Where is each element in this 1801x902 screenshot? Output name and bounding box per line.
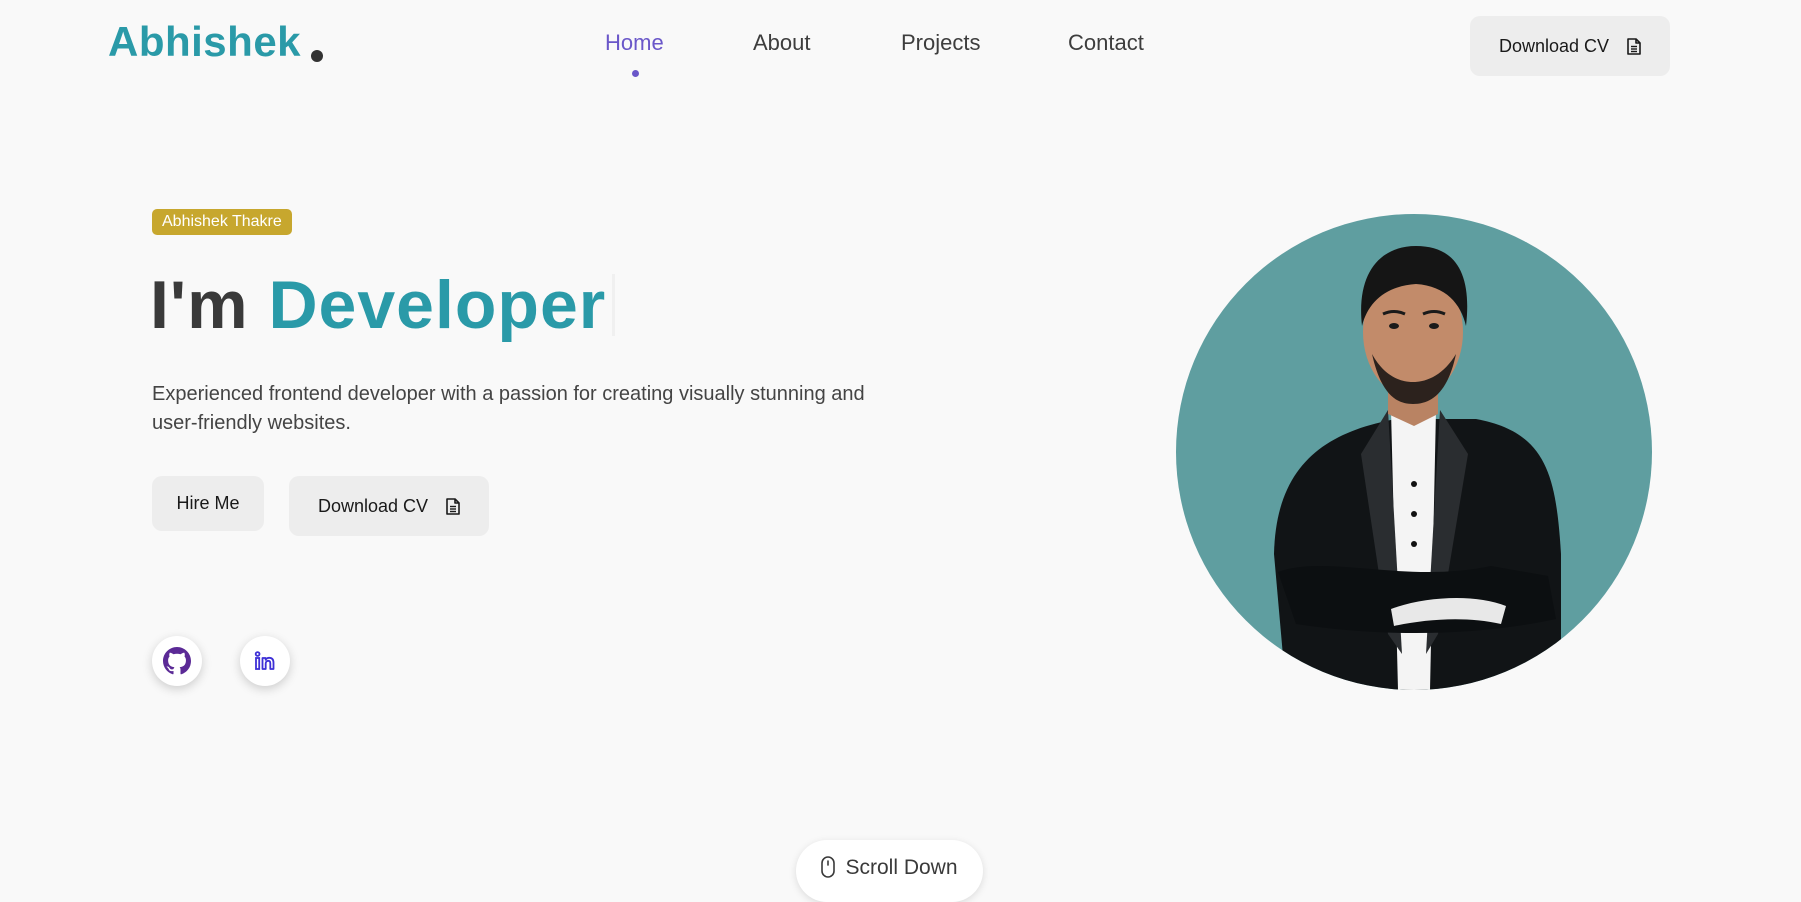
scroll-down-label: Scroll Down	[845, 856, 958, 879]
mouse-icon	[821, 856, 836, 878]
scroll-down-button[interactable]: Scroll Down	[796, 840, 983, 902]
hero-download-cv-button[interactable]: Download CV	[289, 476, 489, 536]
hire-me-label: Hire Me	[176, 493, 240, 513]
download-cv-label: Download CV	[1498, 35, 1610, 56]
nav-active-indicator	[632, 70, 639, 77]
headline-prefix: I'm	[150, 267, 249, 343]
hero-description: Experienced frontend developer with a pa…	[152, 383, 865, 434]
name-badge: Abhishek Thakre	[152, 209, 292, 235]
nav-item-home[interactable]: Home	[605, 30, 664, 56]
github-link[interactable]	[152, 636, 202, 686]
nav-item-projects[interactable]: Projects	[901, 30, 980, 56]
hire-me-button[interactable]: Hire Me	[152, 476, 264, 531]
nav-item-contact[interactable]: Contact	[1068, 30, 1144, 56]
hero-headline: I'm Developer	[150, 266, 616, 344]
linkedin-icon	[254, 650, 276, 672]
nav-item-about[interactable]: About	[753, 30, 811, 56]
github-icon	[163, 647, 191, 675]
header-download-cv-button[interactable]: Download CV	[1470, 16, 1670, 76]
document-icon	[1627, 37, 1641, 55]
profile-photo	[1176, 214, 1652, 690]
linkedin-link[interactable]	[240, 636, 290, 686]
headline-accent: Developer	[268, 267, 607, 343]
document-icon	[446, 497, 460, 515]
site-header: Abhishek Home About Projects Contact Dow…	[0, 0, 1801, 94]
download-cv-label: Download CV	[317, 495, 429, 516]
person-illustration	[1274, 246, 1561, 690]
typing-caret	[612, 274, 616, 336]
